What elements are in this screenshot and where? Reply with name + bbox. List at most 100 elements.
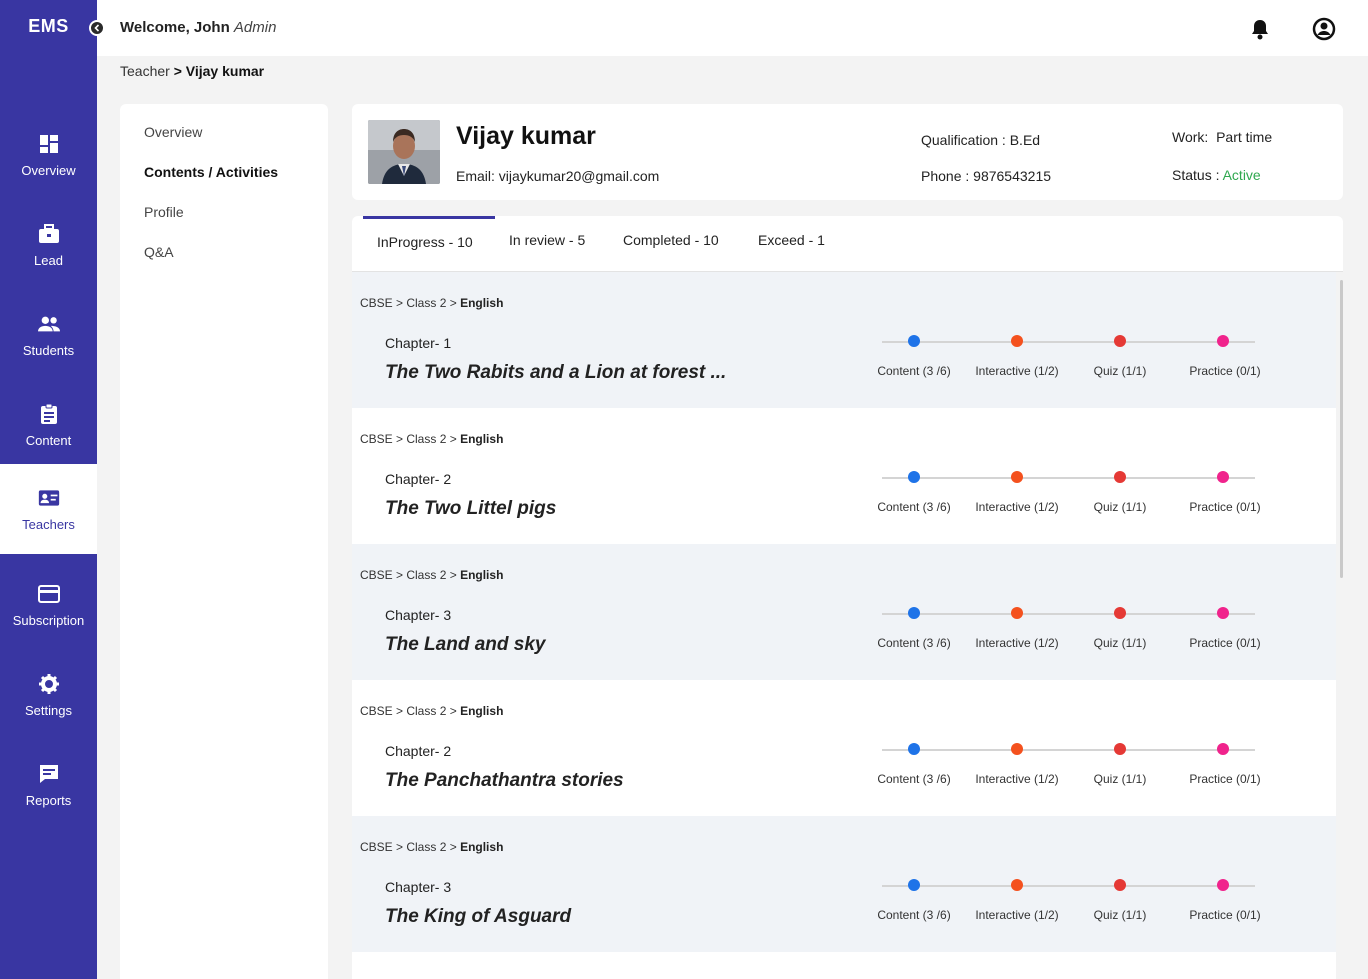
submenu-item-profile[interactable]: Profile (144, 204, 184, 220)
list-item[interactable]: CBSE > Class 2 > English Chapter- 3 The … (352, 816, 1336, 952)
sidebar-item-lead[interactable]: Lead (0, 200, 97, 290)
progress-track (882, 885, 1255, 887)
chapter-subject: English (460, 432, 504, 446)
chapter-number: Chapter- 3 (385, 879, 452, 895)
practice-progress-dot (1217, 879, 1229, 891)
content-progress-dot (908, 743, 920, 755)
status-badge: Active (1222, 167, 1261, 183)
submenu-item-qa[interactable]: Q&A (144, 244, 174, 260)
sidebar-item-reports[interactable]: Reports (0, 740, 97, 830)
content-step-label: Content (3 /6) (877, 908, 951, 922)
chapter-path: CBSE > Class 2 > English (360, 296, 503, 310)
practice-step-label: Practice (0/1) (1189, 636, 1261, 650)
practice-step-label: Practice (0/1) (1189, 772, 1261, 786)
teacher-status: Status : Active (1172, 167, 1261, 183)
sidebar-item-label: Students (22, 342, 75, 358)
content-progress-dot (908, 335, 920, 347)
qualification-value: B.Ed (1009, 132, 1041, 148)
chat-icon (38, 763, 60, 785)
quiz-step-label: Quiz (1/1) (1093, 636, 1147, 650)
breadcrumb-current: Vijay kumar (185, 63, 265, 79)
list-item[interactable]: CBSE > Class 2 > English Chapter- 2 The … (352, 680, 1336, 816)
sidebar-item-students[interactable]: Students (0, 290, 97, 380)
practice-progress-dot (1217, 743, 1229, 755)
breadcrumb-parent[interactable]: Teacher (120, 63, 170, 79)
top-header: Welcome, John Admin (97, 0, 1368, 56)
chapter-number: Chapter- 1 (385, 335, 452, 351)
user-account-icon[interactable] (1312, 17, 1336, 41)
interactive-progress-dot (1011, 607, 1023, 619)
chapter-number: Chapter- 2 (385, 471, 452, 487)
interactive-progress-dot (1011, 743, 1023, 755)
chapter-subject: English (460, 568, 504, 582)
sidebar-item-overview[interactable]: Overview (0, 110, 97, 200)
list-item[interactable] (352, 952, 1336, 979)
tab-in-review[interactable]: In review - 5 (509, 232, 585, 248)
content-step-label: Content (3 /6) (877, 364, 951, 378)
sidebar-item-subscription[interactable]: Subscription (0, 560, 97, 650)
bell-icon[interactable] (1250, 18, 1270, 40)
chapter-subject: English (460, 296, 504, 310)
interactive-step-label: Interactive (1/2) (975, 636, 1059, 650)
phone-label: Phone : (921, 168, 970, 184)
quiz-step-label: Quiz (1/1) (1093, 908, 1147, 922)
content-step-label: Content (3 /6) (877, 636, 951, 650)
quiz-step-label: Quiz (1/1) (1093, 772, 1147, 786)
submenu-item-contents-activities[interactable]: Contents / Activities (144, 164, 278, 180)
interactive-step-label: Interactive (1/2) (975, 908, 1059, 922)
sidebar-item-label: Overview (21, 162, 76, 178)
tab-exceed[interactable]: Exceed - 1 (758, 232, 825, 248)
list-item[interactable]: CBSE > Class 2 > English Chapter- 2 The … (352, 408, 1336, 544)
sidebar-item-label: Subscription (12, 612, 85, 628)
id-card-icon (38, 487, 60, 509)
quiz-progress-dot (1114, 471, 1126, 483)
chapter-subject: English (460, 704, 504, 718)
status-tabs: InProgress - 10 In review - 5 Completed … (352, 216, 1343, 272)
active-tab-indicator (363, 216, 495, 219)
chapter-title: The Panchathantra stories (385, 770, 624, 791)
chapter-number: Chapter- 3 (385, 607, 452, 623)
gear-icon (38, 673, 60, 695)
phone-value: 9876543215 (973, 168, 1052, 184)
list-scrollbar[interactable] (1340, 280, 1343, 578)
profile-submenu: Overview Contents / Activities Profile Q… (120, 104, 328, 979)
sidebar-collapse-button[interactable] (89, 20, 105, 36)
breadcrumb-separator: > (173, 63, 182, 79)
interactive-step-label: Interactive (1/2) (975, 500, 1059, 514)
chapter-subject: English (460, 840, 504, 854)
people-icon (37, 313, 60, 335)
work-label: Work: (1172, 129, 1209, 145)
practice-step-label: Practice (0/1) (1189, 364, 1261, 378)
chapter-title: The Land and sky (385, 634, 546, 655)
quiz-progress-dot (1114, 743, 1126, 755)
chapter-title: The King of Asguard (385, 906, 572, 927)
teacher-work: Work: Part time (1172, 129, 1272, 145)
breadcrumb: Teacher > Vijay kumar (120, 63, 264, 79)
progress-track (882, 477, 1255, 479)
sidebar-item-teachers[interactable]: Teachers (0, 464, 97, 554)
list-item[interactable]: CBSE > Class 2 > English Chapter- 3 The … (352, 544, 1336, 680)
interactive-progress-dot (1011, 471, 1023, 483)
practice-step-label: Practice (0/1) (1189, 500, 1261, 514)
sidebar-item-settings[interactable]: Settings (0, 650, 97, 740)
avatar (368, 120, 440, 184)
chapter-path: CBSE > Class 2 > English (360, 704, 503, 718)
chapter-path-prefix: CBSE > Class 2 > (360, 432, 457, 446)
quiz-progress-dot (1114, 607, 1126, 619)
teacher-qualification: Qualification : B.Ed (921, 132, 1040, 148)
qualification-label: Qualification : (921, 132, 1006, 148)
teacher-name: Vijay kumar (456, 122, 596, 150)
sidebar-item-label: Teachers (22, 516, 75, 532)
sidebar-item-content[interactable]: Content (0, 380, 97, 470)
progress-track (882, 749, 1255, 751)
submenu-item-overview[interactable]: Overview (144, 124, 202, 140)
tab-inprogress[interactable]: InProgress - 10 (377, 234, 473, 250)
chapter-path: CBSE > Class 2 > English (360, 432, 503, 446)
list-item[interactable]: CBSE > Class 2 > English Chapter- 1 The … (352, 272, 1336, 408)
practice-step-label: Practice (0/1) (1189, 908, 1261, 922)
status-label: Status : (1172, 167, 1220, 183)
card-icon (37, 583, 60, 605)
chapter-title: The Two Rabits and a Lion at forest ... (385, 362, 727, 383)
content-progress-dot (908, 879, 920, 891)
tab-completed[interactable]: Completed - 10 (623, 232, 719, 248)
